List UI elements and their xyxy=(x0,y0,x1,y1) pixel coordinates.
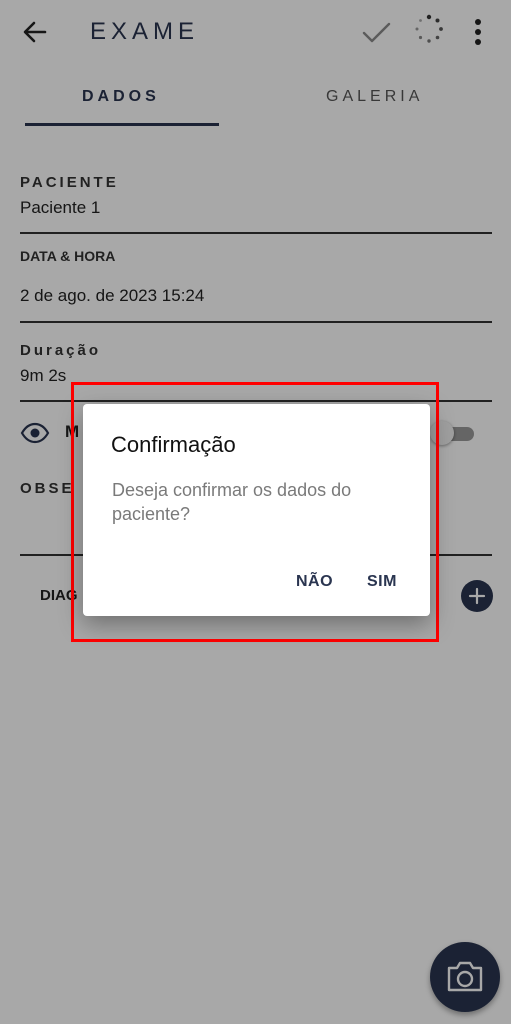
dialog-message: Deseja confirmar os dados do paciente? xyxy=(112,480,352,524)
sim-button[interactable]: SIM xyxy=(367,573,397,591)
dialog-title: Confirmação xyxy=(111,432,236,457)
nao-button[interactable]: NÃO xyxy=(296,573,333,591)
confirmation-dialog: Confirmação Deseja confirmar os dados do… xyxy=(83,404,430,616)
